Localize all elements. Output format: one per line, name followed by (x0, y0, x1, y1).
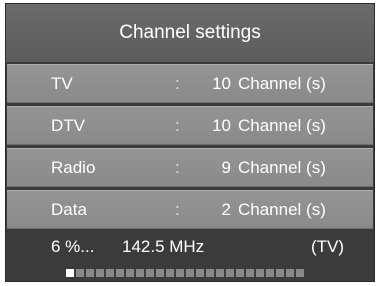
progress-segment (136, 269, 144, 277)
progress-segment (96, 269, 104, 277)
channel-type-label: Data (51, 200, 87, 219)
progress-segment (216, 269, 224, 277)
dialog-title: Channel settings (6, 4, 374, 62)
channel-type-label: DTV (51, 116, 85, 135)
channel-count: 10 (212, 116, 231, 135)
channel-unit: Channel (s) (238, 200, 326, 219)
progress-segment (76, 269, 84, 277)
progress-segment (186, 269, 194, 277)
channel-type-label: TV (51, 74, 73, 93)
progress-segment (206, 269, 214, 277)
separator-colon: : (175, 158, 180, 177)
separator-colon: : (175, 116, 180, 135)
progress-segment (276, 269, 284, 277)
channel-unit: Channel (s) (238, 158, 326, 177)
channel-count: 9 (221, 158, 231, 177)
separator-colon: : (175, 200, 180, 219)
channel-unit: Channel (s) (238, 74, 326, 93)
channel-row-radio[interactable]: Radio : 9 Channel (s) (7, 148, 373, 187)
channel-count: 10 (212, 74, 231, 93)
progress-segment (176, 269, 184, 277)
channel-row-dtv[interactable]: DTV : 10 Channel (s) (7, 106, 373, 145)
progress-segment (66, 269, 74, 277)
progress-segment (226, 269, 234, 277)
scan-frequency: 142.5 MHz (122, 237, 205, 256)
progress-segment (166, 269, 174, 277)
progress-segment (256, 269, 264, 277)
progress-segment (266, 269, 274, 277)
scan-progress-bar (66, 269, 304, 277)
channel-row-data[interactable]: Data : 2 Channel (s) (7, 190, 373, 229)
progress-segment (146, 269, 154, 277)
scan-status-bar: 6 %... 142.5 MHz (TV) (6, 233, 374, 281)
progress-segment (126, 269, 134, 277)
separator-colon: : (175, 74, 180, 93)
progress-segment (296, 269, 304, 277)
progress-segment (196, 269, 204, 277)
channel-unit: Channel (s) (238, 116, 326, 135)
progress-segment (246, 269, 254, 277)
progress-segment (156, 269, 164, 277)
channel-row-tv[interactable]: TV : 10 Channel (s) (7, 64, 373, 103)
progress-segment (286, 269, 294, 277)
scan-percent: 6 %... (51, 237, 95, 256)
channel-count: 2 (221, 200, 231, 219)
channel-settings-dialog: Channel settings TV : 10 Channel (s) DTV… (5, 3, 375, 282)
channel-type-label: Radio (51, 158, 96, 177)
scan-source-type: (TV) (311, 237, 345, 256)
progress-segment (86, 269, 94, 277)
progress-segment (236, 269, 244, 277)
progress-segment (116, 269, 124, 277)
progress-segment (106, 269, 114, 277)
